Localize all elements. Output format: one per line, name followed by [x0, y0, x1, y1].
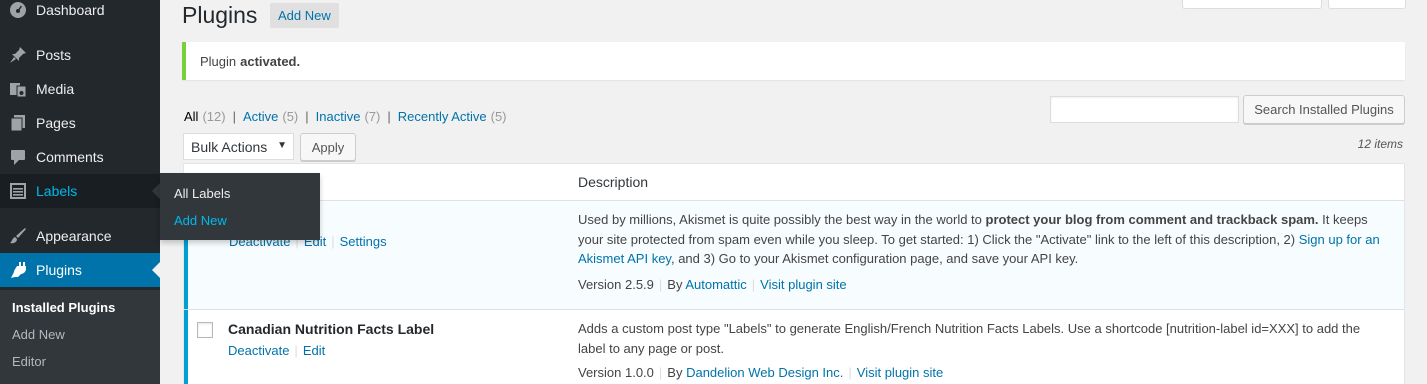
search-plugins-input[interactable] [1050, 96, 1239, 123]
menu-posts[interactable]: Posts [0, 38, 160, 72]
filter-separator: | [232, 109, 236, 124]
filter-recently-active-count: (5) [490, 109, 507, 124]
plugin-version: Version 1.0.0 [578, 365, 654, 380]
menu-label: Dashboard [36, 2, 105, 18]
screen-options-tab[interactable] [1182, 0, 1322, 9]
comment-icon [0, 148, 36, 166]
plugin-meta: Version 2.5.9 | By Automattic | Visit plugin… [578, 277, 847, 292]
pushpin-icon [0, 46, 36, 64]
dashboard-icon [0, 1, 36, 19]
by-label: By [667, 277, 683, 292]
description-text: Used by millions, Akismet is quite possi… [578, 212, 986, 227]
plugin-icon [0, 261, 36, 279]
current-pointer [152, 262, 160, 278]
filter-all[interactable]: All [184, 109, 198, 124]
filter-active[interactable]: Active [243, 109, 278, 124]
plugin-description: Adds a custom post type "Labels" to gene… [578, 321, 1361, 356]
labels-icon [0, 182, 36, 200]
menu-label: Labels [36, 183, 78, 199]
filter-all-count: (12) [202, 109, 226, 124]
filter-recently-active[interactable]: Recently Active [398, 109, 487, 124]
visit-plugin-site-link[interactable]: Visit plugin site [857, 365, 943, 380]
plugins-submenu: Installed Plugins Add New Editor [0, 290, 160, 384]
menu-label: Posts [36, 47, 72, 63]
menu-pages[interactable]: Pages [0, 106, 160, 140]
dropdown-caret-icon: ▼ [277, 140, 287, 151]
menu-plugins[interactable]: Plugins [0, 253, 160, 287]
plugin-meta: Version 1.0.0 | By Dandelion Web Design In… [578, 365, 944, 380]
pages-icon [0, 114, 36, 132]
menu-comments[interactable]: Comments [0, 140, 160, 174]
media-icon [0, 80, 36, 98]
plugins-table: Description Deactivate | Edit | Settings Use… [183, 163, 1405, 384]
submenu-add-new[interactable]: Add New [12, 327, 65, 342]
submenu-installed-plugins[interactable]: Installed Plugins [12, 300, 115, 315]
deactivate-link[interactable]: Deactivate [228, 343, 289, 358]
help-tab[interactable] [1328, 0, 1406, 9]
visit-plugin-site-link[interactable]: Visit plugin site [760, 277, 846, 292]
menu-labels[interactable]: Labels [0, 174, 160, 208]
add-new-plugin-button[interactable]: Add New [270, 3, 339, 28]
filter-inactive[interactable]: Inactive [316, 109, 361, 124]
menu-label: Comments [36, 149, 104, 165]
labels-flyout-menu: All Labels Add New [160, 173, 320, 240]
items-count: 12 items [1357, 137, 1403, 151]
plugin-description: Used by millions, Akismet is quite possi… [578, 210, 1388, 269]
flyout-pointer [152, 183, 160, 199]
bulk-actions-value: Bulk Actions [191, 138, 268, 155]
filter-separator: | [387, 109, 391, 124]
notice-text: Plugin [200, 53, 237, 69]
table-header: Description [184, 164, 1404, 201]
author-link[interactable]: Automattic [685, 277, 746, 292]
filter-separator: | [305, 109, 309, 124]
plugin-activated-notice: Plugin activated. [182, 42, 1405, 80]
menu-label: Appearance [36, 228, 112, 244]
menu-appearance[interactable]: Appearance [0, 219, 160, 253]
submenu-editor[interactable]: Editor [12, 354, 46, 369]
plugin-version: Version 2.5.9 [578, 277, 654, 292]
column-header-description: Description [578, 174, 649, 190]
apply-button[interactable]: Apply [300, 133, 356, 161]
row-select-checkbox[interactable] [197, 322, 213, 338]
by-label: By [667, 365, 683, 380]
row-actions: Deactivate | Edit [228, 343, 326, 358]
filter-inactive-count: (7) [364, 109, 381, 124]
settings-link[interactable]: Settings [340, 234, 387, 249]
edit-link[interactable]: Edit [303, 343, 325, 358]
menu-label: Pages [36, 115, 76, 131]
table-row: Deactivate | Edit | Settings Used by million… [184, 201, 1404, 309]
description-bold: protect your blog from comment and track… [985, 212, 1319, 227]
menu-label: Plugins [36, 262, 82, 278]
notice-bold-text: activated. [240, 53, 301, 69]
plugin-title: Canadian Nutrition Facts Label [228, 321, 435, 337]
bulk-actions-select[interactable]: Bulk Actions ▼ [183, 133, 294, 160]
page-title: Plugins [182, 2, 258, 28]
paintbrush-icon [0, 227, 36, 245]
author-link[interactable]: Dandelion Web Design Inc. [686, 365, 843, 380]
menu-dashboard[interactable]: Dashboard [0, 0, 160, 27]
menu-label: Media [36, 81, 75, 97]
search-installed-plugins-button[interactable]: Search Installed Plugins [1243, 95, 1405, 124]
admin-sidebar: Dashboard Posts Media Pages Comments Lab… [0, 0, 160, 384]
table-row: Canadian Nutrition Facts Label Deactivat… [184, 310, 1404, 384]
description-text: , and 3) Go to your Akismet configuratio… [670, 251, 1079, 266]
flyout-add-new[interactable]: Add New [174, 213, 227, 228]
filter-active-count: (5) [282, 109, 299, 124]
plugin-status-filters: All (12) | Active (5) | Inactive (7) | R… [184, 109, 507, 124]
flyout-all-labels[interactable]: All Labels [174, 186, 230, 201]
menu-media[interactable]: Media [0, 72, 160, 106]
